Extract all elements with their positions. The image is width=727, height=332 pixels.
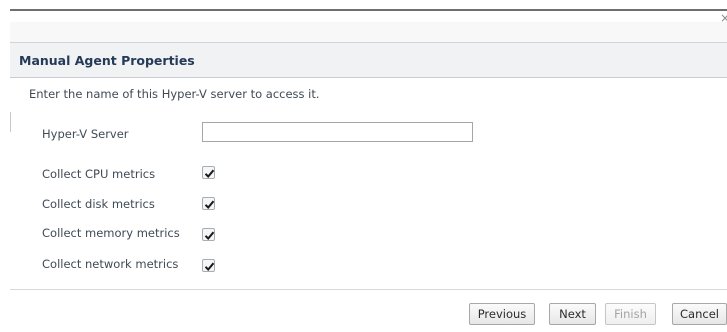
collect-cpu-label: Collect CPU metrics [42,167,156,181]
collect-disk-label: Collect disk metrics [42,197,155,211]
hyperv-server-label: Hyper-V Server [42,127,129,141]
cancel-button[interactable]: Cancel [672,303,727,325]
top-rule [10,9,727,11]
hyperv-server-input[interactable] [202,122,473,142]
checkmark-icon [204,200,215,209]
panel-title: Manual Agent Properties [19,53,195,68]
collect-cpu-checkbox[interactable] [202,166,215,179]
top-strip [10,22,727,42]
finish-button[interactable]: Finish [605,303,656,325]
collect-memory-label: Collect memory metrics [42,226,180,240]
collect-network-label: Collect network metrics [42,257,179,271]
panel-header: Manual Agent Properties [10,42,727,78]
checkmark-icon [204,169,215,178]
checkmark-icon [204,231,215,240]
collect-network-checkbox[interactable] [202,259,215,272]
previous-button[interactable]: Previous [469,303,535,325]
next-button[interactable]: Next [549,303,596,325]
intro-text: Enter the name of this Hyper-V server to… [29,87,320,101]
checkmark-icon [204,262,215,271]
left-edge-marker [10,112,11,132]
collect-disk-checkbox[interactable] [202,197,215,210]
collect-memory-checkbox[interactable] [202,228,215,241]
footer-divider [10,289,727,290]
